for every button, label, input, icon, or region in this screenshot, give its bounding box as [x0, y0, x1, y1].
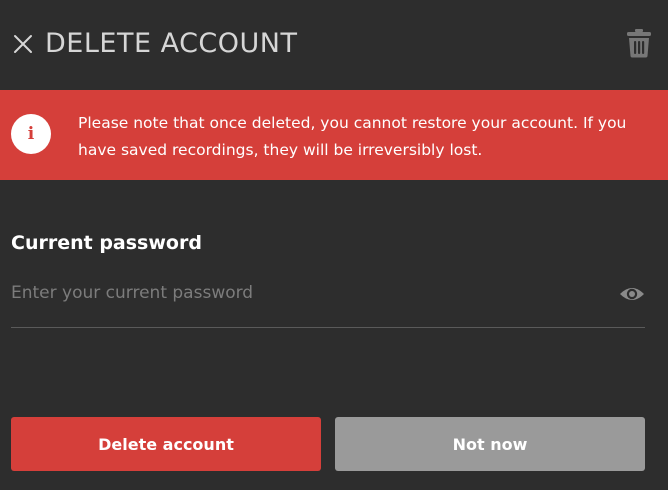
not-now-button[interactable]: Not now	[335, 417, 645, 471]
password-label: Current password	[11, 232, 202, 254]
info-icon: i	[11, 114, 51, 154]
trash-button[interactable]	[626, 28, 652, 58]
warning-text: Please note that once deleted, you canno…	[78, 114, 627, 159]
close-icon	[14, 35, 32, 53]
toggle-password-visibility-button[interactable]	[619, 283, 645, 305]
delete-account-button[interactable]: Delete account	[11, 417, 321, 471]
dialog-header: DELETE ACCOUNT	[0, 0, 668, 90]
dialog-title: DELETE ACCOUNT	[45, 28, 298, 59]
password-underline	[11, 327, 645, 328]
current-password-input[interactable]	[11, 278, 601, 308]
info-icon-glyph: i	[27, 124, 35, 144]
close-button[interactable]	[12, 33, 34, 55]
trash-icon	[627, 29, 651, 58]
eye-icon	[620, 288, 644, 300]
